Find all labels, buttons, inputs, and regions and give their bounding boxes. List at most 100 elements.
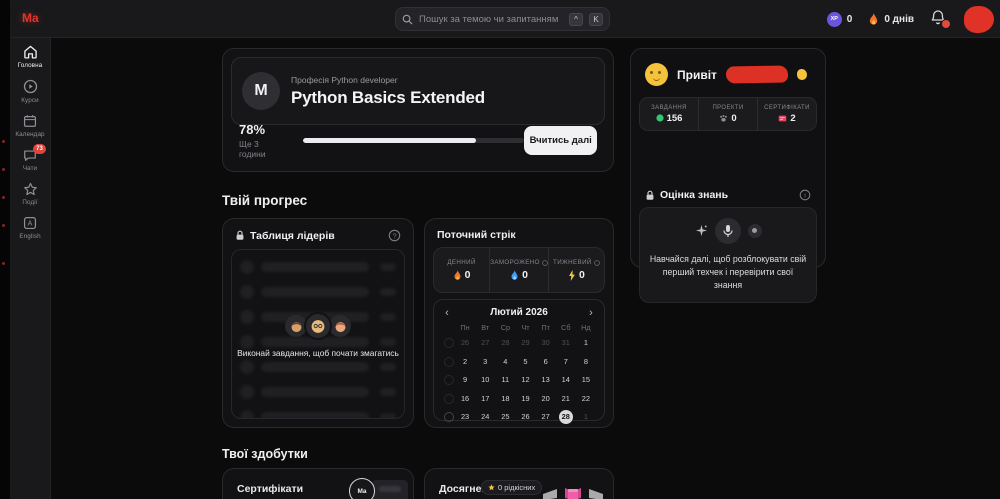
streak-stat-value: 0 [578, 269, 585, 281]
emoji-avatar-icon [304, 312, 332, 340]
calendar-next-button[interactable]: › [586, 307, 596, 318]
calendar-dayname: Вт [481, 323, 490, 332]
chat-unread-badge: 73 [33, 144, 46, 154]
calendar-day: 23 [460, 412, 470, 421]
leaderboard-avatars [285, 312, 351, 340]
calendar-day: 4 [503, 356, 508, 366]
certificate-thumbnail[interactable] [372, 480, 408, 499]
notification-badge [941, 19, 951, 29]
calendar-dayname: Пн [460, 323, 470, 332]
calendar-day: 14 [561, 375, 570, 384]
microphone-icon [714, 217, 741, 244]
search-placeholder: Пошук за темою чи запитанням [419, 13, 559, 25]
knowledge-icons [695, 217, 762, 244]
calendar-dayname: Чт [521, 323, 530, 332]
stat-value: 156 [666, 112, 683, 124]
leaderboard-help-icon[interactable]: ? [388, 229, 401, 242]
course-header[interactable]: M Професія Python developer Python Basic… [231, 57, 605, 125]
streak-stat-label: ДЕННИЙ [447, 259, 476, 266]
sidebar-item-english[interactable]: A English [10, 216, 50, 240]
calendar-day: 12 [521, 375, 530, 384]
greeting-text: Привіт [677, 67, 717, 82]
sidebar-item-events[interactable]: Події [10, 182, 50, 206]
calendar-dayname: Сб [561, 323, 571, 332]
app-logo[interactable]: Ma [22, 11, 39, 25]
sidebar-item-courses[interactable]: Курси [10, 79, 50, 104]
leaderboard-row-placeholder [240, 409, 396, 418]
continue-learning-button[interactable]: Вчитись далі [524, 126, 597, 155]
calendar-icon [23, 114, 37, 128]
edge-dot [2, 140, 5, 143]
shortcut-key-k: K [589, 12, 603, 26]
search-icon [402, 14, 413, 25]
stat-certificates: СЕРТИФІКАТИ 2 [757, 98, 816, 130]
calendar-day: 3 [483, 356, 488, 366]
sidebar-item-label: English [19, 233, 41, 240]
calendar-dayname: Ср [500, 323, 511, 332]
calendar-day: 26 [460, 338, 470, 347]
sparkle-icon [695, 225, 707, 237]
calendar-month-label: Лютий 2026 [490, 307, 548, 318]
xp-counter[interactable]: XP 0 [826, 11, 853, 27]
shortcut-key-ctrl: ^ [569, 12, 583, 26]
calendar-daynames: Пн Вт Ср Чт Пт Сб Нд [442, 323, 596, 332]
medals-icon [541, 485, 605, 499]
sidebar-item-calendar[interactable]: Календар [10, 114, 50, 138]
streak-stat-daily: ДЕННИЙ 0 [434, 248, 489, 292]
week-ring-icon [443, 338, 454, 348]
paw-icon [720, 114, 728, 122]
sidebar-item-chats[interactable]: 73 Чати [10, 144, 50, 172]
redacted-username [725, 65, 789, 84]
achievements-card: Досягнення 0 рідкісних [424, 468, 614, 499]
star-icon [23, 182, 38, 196]
course-logo: M [242, 72, 280, 110]
topbar: Ma Пошук за темою чи запитанням ^ K XP 0… [10, 0, 1000, 38]
streak-stat-frozen: ЗАМОРОЖЕНО 0 [489, 248, 548, 292]
profile-panel: Привіт ЗАВДАННЯ 156 ПРОЕКТИ 0 СЕРТИФІКАТ… [630, 48, 826, 303]
calendar-day: 20 [541, 393, 550, 403]
calendar-day-today: 28 [558, 410, 573, 424]
xp-value: 0 [846, 13, 853, 25]
course-category: Професія Python developer [291, 74, 398, 85]
notifications-button[interactable] [930, 9, 951, 29]
week-ring-icon [443, 356, 454, 367]
leaderboard-row-placeholder [240, 259, 396, 275]
calendar-day: 13 [541, 375, 550, 384]
sidebar-item-home[interactable]: Головна [10, 45, 50, 69]
sidebar-item-label: Головна [17, 62, 43, 69]
streak-title: Поточний стрік [437, 229, 516, 241]
leaderboard-title: Таблиця лідерів [250, 229, 335, 242]
calendar-day: 27 [481, 338, 490, 347]
flame-icon [868, 12, 879, 26]
xp-icon: XP [826, 11, 842, 27]
flame-blue-icon [510, 269, 519, 281]
calendar-day: 1 [583, 412, 588, 421]
calendar-day: 7 [563, 356, 568, 366]
record-dot-icon [747, 223, 762, 238]
streak-stat-value: 0 [522, 269, 528, 281]
calendar-day: 26 [521, 412, 530, 421]
progress-section-heading: Твій прогрес [222, 193, 308, 208]
calendar-day: 16 [460, 393, 470, 403]
star-small-icon [488, 484, 495, 491]
user-avatar[interactable] [964, 5, 994, 33]
knowledge-info-icon[interactable]: i [799, 189, 811, 201]
sidebar-item-label: Календар [15, 131, 45, 138]
stat-value: 2 [790, 112, 796, 124]
calendar-day: 30 [541, 338, 550, 347]
emoji-avatar-icon [329, 315, 351, 337]
calendar-grid: 26 27 28 29 30 31 1 2 3 4 5 6 7 8 9 10 11 12 13 14 15 16 17 18 1… [442, 336, 596, 424]
streak-days-counter[interactable]: 0 днів [868, 12, 914, 26]
left-edge-strip [0, 0, 10, 499]
leaderboard-row-placeholder [240, 384, 396, 400]
greeting-row: Привіт [631, 49, 825, 96]
calendar-day: 11 [501, 375, 510, 384]
course-title: Python Basics Extended [291, 87, 485, 107]
home-icon [23, 45, 38, 59]
leaderboard-locked-box: Виконай завдання, щоб почати змагатись [231, 249, 405, 419]
profile-stats-box: ЗАВДАННЯ 156 ПРОЕКТИ 0 СЕРТИФІКАТИ 2 [639, 97, 817, 131]
calendar-day: 15 [581, 375, 591, 384]
search-bar[interactable]: Пошук за темою чи запитанням ^ K [395, 7, 610, 31]
calendar-prev-button[interactable]: ‹ [442, 307, 452, 318]
calendar-day: 8 [583, 356, 588, 366]
